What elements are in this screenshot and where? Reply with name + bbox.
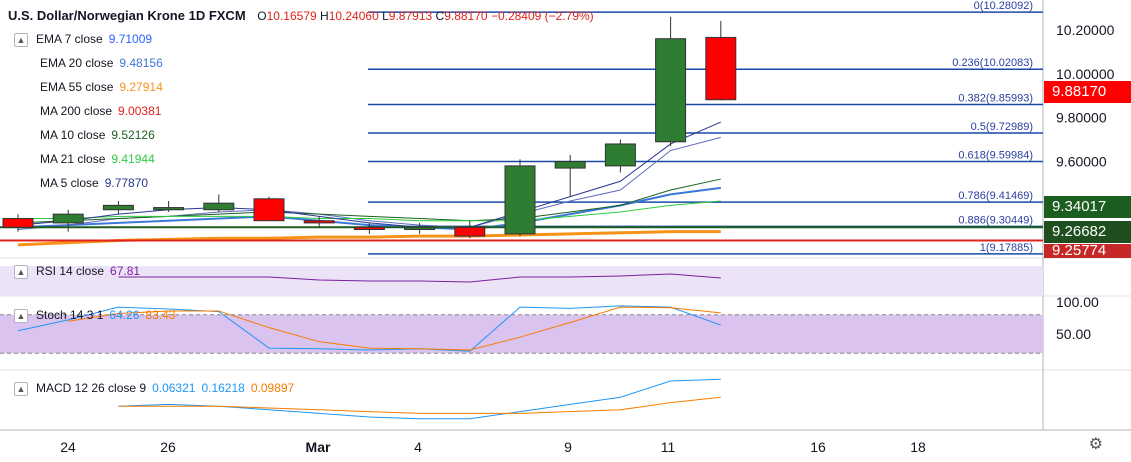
collapse-macd-icon[interactable]: ▲ (14, 381, 28, 396)
fib-level-label: 0.5(9.72989) (971, 121, 1033, 133)
price-tag-ma200: 9.25774 (1044, 244, 1131, 258)
legend-row-ema55[interactable]: EMA 55 close 9.27914 (14, 78, 163, 102)
macd-signal-line (118, 396, 721, 414)
ma21-line (18, 200, 721, 222)
low-value: 9.87913 (388, 9, 433, 23)
price-tag-ema55: 9.26682 (1044, 221, 1131, 243)
time-tick-label: 16 (810, 439, 826, 455)
stoch-legend[interactable]: ▲ Stoch 14 3 1 64.26 83.43 (14, 308, 175, 323)
fib-level-label: 0.886(9.30449) (958, 214, 1033, 226)
rsi-band (0, 266, 1043, 296)
candle-body (153, 207, 185, 211)
time-tick-label: 9 (564, 439, 572, 455)
candle-body (655, 38, 687, 143)
candle-body (303, 220, 335, 224)
legend-row-ma21[interactable]: MA 21 close 9.41944 (14, 150, 163, 174)
candle-body (102, 204, 134, 211)
chart-header: U.S. Dollar/Norwegian Krone 1D FXCM O10.… (8, 8, 594, 23)
fib-level-label: 0(10.28092) (974, 0, 1033, 12)
legend-row-ema20[interactable]: EMA 20 close 9.48156 (14, 54, 163, 78)
stoch-tick-label: 50.00 (1056, 326, 1091, 342)
rsi-legend[interactable]: ▲ RSI 14 close 67.81 (14, 264, 140, 279)
close-value: 9.88170 (444, 9, 488, 23)
open-value: 10.16579 (266, 9, 317, 23)
collapse-legend-icon[interactable]: ▲ (14, 32, 28, 47)
fib-level-label: 0.382(9.85993) (958, 93, 1033, 105)
fib-level-label: 1(9.17885) (980, 242, 1033, 254)
candle-body (52, 213, 84, 224)
last-price-tag: 9.88170 (1044, 81, 1131, 103)
candle-body (2, 218, 34, 228)
legend-row-ma10[interactable]: MA 10 close 9.52126 (14, 126, 163, 150)
time-tick-label: 11 (661, 439, 676, 455)
high-value: 10.24060 (328, 9, 379, 23)
candle-body (404, 226, 436, 230)
stoch-tick-label: 100.00 (1056, 294, 1099, 310)
macd-legend[interactable]: ▲ MACD 12 26 close 9 0.06321 0.16218 0.09897 (14, 381, 294, 396)
fib-level-label: 0.236(10.02083) (952, 57, 1033, 69)
candle-body (604, 143, 636, 167)
time-tick-label: 18 (910, 439, 926, 455)
change-value: −0.28409 (−2.79%) (490, 9, 594, 23)
candle-body (554, 161, 586, 169)
candle-body (353, 226, 385, 230)
time-tick-label: Mar (306, 439, 331, 455)
fib-level-label: 0.618(9.59984) (958, 150, 1033, 162)
collapse-rsi-icon[interactable]: ▲ (14, 264, 28, 279)
legend-row-ma5[interactable]: MA 5 close 9.77870 (14, 174, 163, 198)
indicator-legend: ▲ EMA 7 close 9.71009 EMA 20 close 9.48156 … (14, 30, 163, 198)
price-tag-ma: 9.34017 (1044, 196, 1131, 218)
collapse-stoch-icon[interactable]: ▲ (14, 308, 28, 323)
candle-body (504, 165, 536, 235)
price-tick-label: 10.00000 (1056, 66, 1115, 82)
candle-body (454, 226, 486, 237)
candle-body (705, 36, 737, 101)
legend-row-ma200[interactable]: MA 200 close 9.00381 (14, 102, 163, 126)
ohlc-readout: O10.16579 H10.24060 L9.87913 C9.88170 −0… (257, 9, 594, 23)
settings-gear-icon[interactable]: ⚙ (1089, 434, 1103, 454)
price-tick-label: 10.20000 (1056, 22, 1115, 38)
time-tick-label: 26 (160, 439, 176, 455)
price-tick-label: 9.60000 (1056, 154, 1107, 170)
time-tick-label: 4 (414, 439, 422, 455)
symbol-title: U.S. Dollar/Norwegian Krone 1D FXCM (8, 8, 246, 23)
price-tick-label: 9.80000 (1056, 110, 1107, 126)
legend-row-ema7[interactable]: ▲ EMA 7 close 9.71009 (14, 30, 163, 54)
fib-level-label: 0.786(9.41469) (958, 190, 1033, 202)
time-tick-label: 24 (60, 439, 76, 455)
candle-body (203, 202, 235, 211)
candle-body (253, 198, 285, 222)
